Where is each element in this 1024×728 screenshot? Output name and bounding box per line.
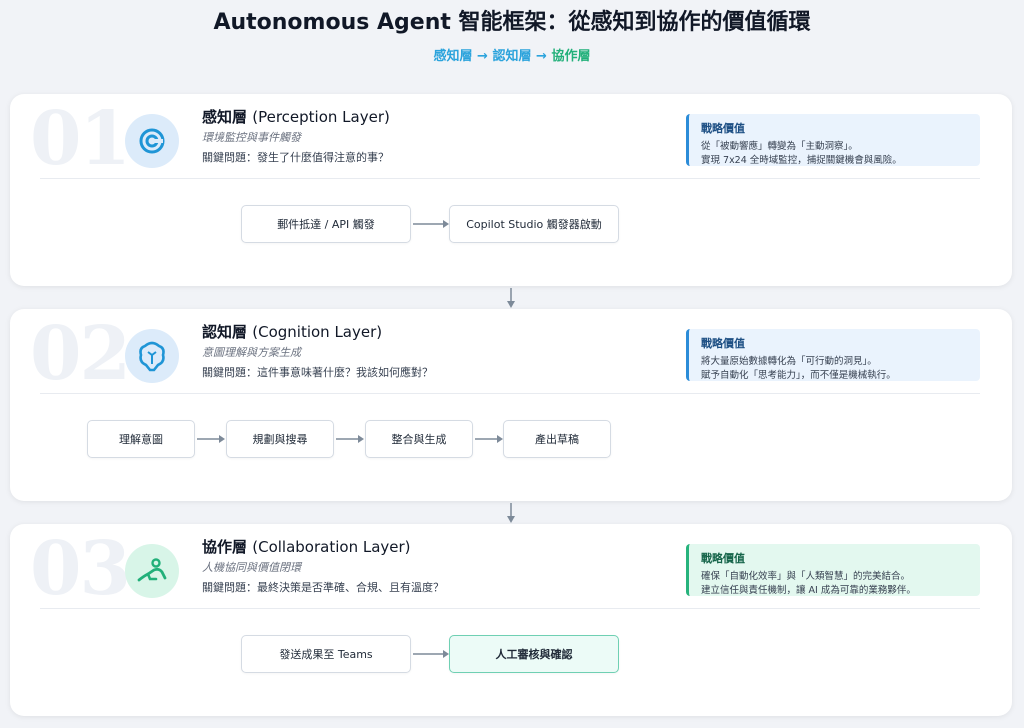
strategic-value-box: 戰略價值 確保「自動化效率」與「人類智慧」的完美結合。 建立信任與責任機制，讓 … — [686, 544, 980, 596]
layer-number: 02 — [30, 311, 131, 397]
layer-title-en: (Collaboration Layer) — [252, 538, 411, 556]
handshake-icon — [125, 544, 179, 598]
layer-connector-arrow — [507, 288, 515, 308]
layer-question: 關鍵問題：發生了什麼值得注意的事？ — [202, 151, 389, 164]
subtitle-arrow: → — [536, 49, 547, 64]
value-title: 戰略價值 — [701, 122, 745, 135]
layer-card-perception: 01 感知層 (Perception Layer) 環境監控與事件觸發 關鍵問題… — [10, 94, 1012, 286]
layer-title-zh: 感知層 — [202, 108, 248, 126]
layer-title-zh: 認知層 — [202, 323, 248, 341]
layer-question: 關鍵問題：最終決策是否準確、合規、且有溫度？ — [202, 581, 444, 594]
value-line: 確保「自動化效率」與「人類智慧」的完美結合。 — [701, 571, 911, 582]
value-line: 建立信任與責任機制，讓 AI 成為可靠的業務夥伴。 — [701, 585, 916, 596]
strategic-value-box: 戰略價值 從「被動響應」轉變為「主動洞察」。 實現 7x24 全時域監控，捕捉關… — [686, 114, 980, 166]
flow-arrow — [475, 435, 503, 443]
layer-title: 協作層 (Collaboration Layer) — [202, 536, 411, 557]
subtitle-step-perception: 感知層 — [433, 49, 473, 64]
flow-arrow — [413, 650, 449, 658]
layer-number: 01 — [30, 96, 131, 182]
layer-title: 認知層 (Cognition Layer) — [202, 321, 382, 342]
layer-card-collaboration: 03 協作層 (Collaboration Layer) 人機協同與價值閉環 關… — [10, 524, 1012, 716]
divider — [40, 393, 980, 394]
flow-step: Copilot Studio 觸發器啟動 — [449, 205, 619, 243]
value-title: 戰略價值 — [701, 552, 745, 565]
flow-step: 規劃與搜尋 — [226, 420, 334, 458]
layer-question: 關鍵問題：這件事意味著什麼？我該如何應對？ — [202, 366, 433, 379]
value-line: 將大量原始數據轉化為「可行動的洞見」。 — [701, 356, 877, 367]
value-line: 實現 7x24 全時域監控，捕捉關鍵機會與風險。 — [701, 155, 902, 166]
flow-arrow — [197, 435, 225, 443]
layer-subtitle: 人機協同與價值閉環 — [202, 561, 301, 574]
radar-icon — [125, 114, 179, 168]
flow-step: 產出草稿 — [503, 420, 611, 458]
layer-card-cognition: 02 認知層 (Cognition Layer) 意圖理解與方案生成 關鍵問題：… — [10, 309, 1012, 501]
layer-subtitle: 意圖理解與方案生成 — [202, 346, 301, 359]
layer-connector-arrow — [507, 503, 515, 523]
subtitle-step-collaboration: 協作層 — [551, 49, 591, 64]
flow-subtitle: 感知層 → 認知層 → 協作層 — [0, 45, 1024, 64]
subtitle-arrow: → — [477, 49, 488, 64]
layer-title: 感知層 (Perception Layer) — [202, 106, 390, 127]
layer-title-en: (Perception Layer) — [252, 108, 390, 126]
value-line: 賦予自動化「思考能力」，而不僅是機械執行。 — [701, 370, 896, 381]
flow-step: 郵件抵達 / API 觸發 — [241, 205, 411, 243]
divider — [40, 178, 980, 179]
layer-title-zh: 協作層 — [202, 538, 248, 556]
flow-arrow — [413, 220, 449, 228]
flow-step: 理解意圖 — [87, 420, 195, 458]
value-line: 從「被動響應」轉變為「主動洞察」。 — [701, 141, 858, 152]
flow-step: 整合與生成 — [365, 420, 473, 458]
flow-step-final: 人工審核與確認 — [449, 635, 619, 673]
value-title: 戰略價值 — [701, 337, 745, 350]
divider — [40, 608, 980, 609]
subtitle-step-cognition: 認知層 — [492, 49, 532, 64]
brain-icon — [125, 329, 179, 383]
flow-step: 發送成果至 Teams — [241, 635, 411, 673]
flow-arrow — [336, 435, 364, 443]
layer-subtitle: 環境監控與事件觸發 — [202, 131, 301, 144]
layer-number: 03 — [30, 526, 131, 612]
page-title: Autonomous Agent 智能框架：從感知到協作的價值循環 — [213, 10, 811, 35]
strategic-value-box: 戰略價值 將大量原始數據轉化為「可行動的洞見」。 賦予自動化「思考能力」，而不僅… — [686, 329, 980, 381]
layer-title-en: (Cognition Layer) — [252, 323, 383, 341]
